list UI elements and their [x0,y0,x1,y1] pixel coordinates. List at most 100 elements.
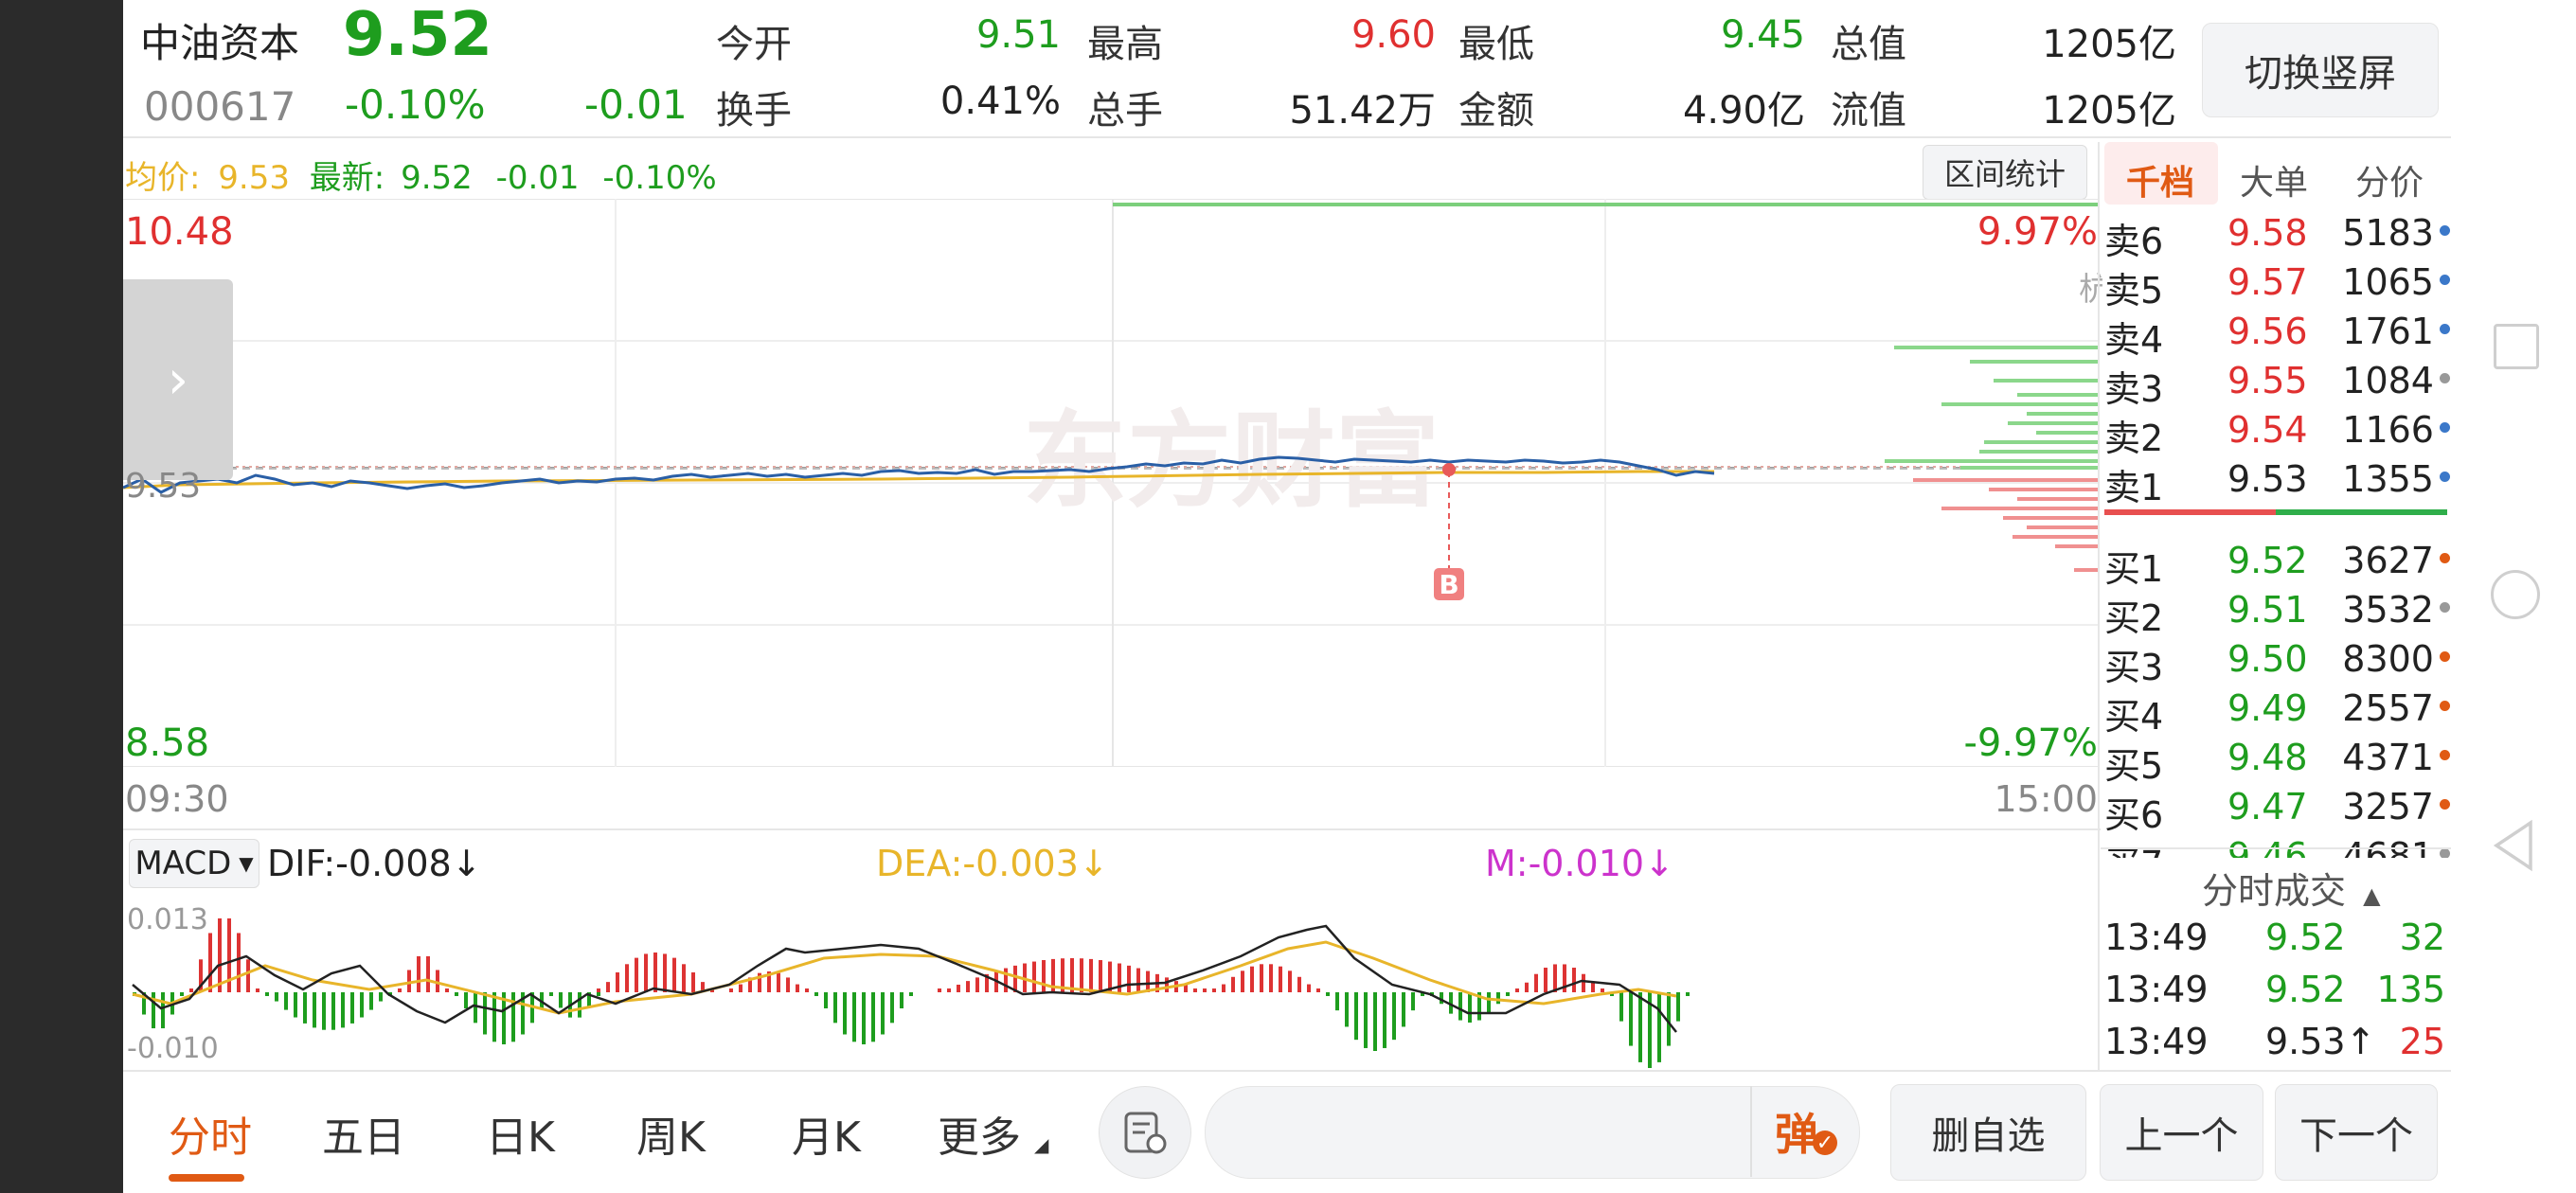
buy-dot-icon [2440,750,2450,760]
amount-value: 4.90亿 [1682,89,1805,133]
remove-favorite-button[interactable]: 删自选 [1890,1084,2086,1181]
sell-volume: 5183 [2342,212,2434,254]
macd-bar [1335,992,1339,1011]
macd-bar [1487,992,1491,1014]
macd-bar [1458,992,1462,1021]
latest-pct: -0.10% [602,159,717,197]
tab-five-day[interactable]: 五日 [322,1103,405,1164]
pct-axis-max: 9.97% [1977,210,2098,254]
macd-bar [1468,992,1472,1023]
macd-bar [161,992,165,1029]
trades-title[interactable]: 分时成交 ▲ [2202,862,2381,914]
next-stock-button[interactable]: 下一个 [2275,1084,2438,1181]
tab-dadan[interactable]: 大单 [2240,155,2308,205]
macd-bar [275,992,278,1002]
tab-month-k[interactable]: 月K [792,1103,861,1164]
recents-icon[interactable] [2494,324,2539,369]
float-value: 1205亿 [2042,89,2176,133]
macd-bar [1345,992,1349,1027]
macd-bar [739,984,742,992]
prev-stock-button[interactable]: 上一个 [2100,1084,2263,1181]
macd-bar [1392,992,1396,1041]
expand-panel-button[interactable]: › [123,279,233,480]
sell-volume: 1084 [2342,360,2434,401]
buy-volume: 3257 [2342,786,2434,828]
macd-m: M:-0.010↓ [1485,843,1674,884]
time-start: 09:30 [125,778,229,820]
trade-volume: 25 [2399,1021,2445,1062]
macd-bar [303,992,307,1024]
macd-bar [1572,968,1576,992]
sell-dot-icon [2440,225,2450,236]
macd-selector-label: MACD [134,845,232,882]
macd-bar [625,964,629,992]
macd-bar [1619,992,1623,1022]
tab-qiandang[interactable]: 千档 [2126,155,2194,205]
macd-bar [341,992,345,1028]
macd-selector[interactable]: MACD ▼ [129,839,259,888]
buy-price: 9.52 [2227,540,2308,581]
macd-dif-line [132,924,1677,1033]
buy-dot-icon [2440,602,2450,613]
tab-intraday[interactable]: 分时 [169,1103,252,1164]
trade-time: 13:49 [2104,969,2209,1010]
macd-bar [1364,992,1368,1048]
macd-bar [653,953,657,992]
tab-week-k[interactable]: 周K [636,1103,706,1164]
active-tab-underline [169,1174,244,1182]
macd-bar [208,933,212,992]
tab-day-k[interactable]: 日K [486,1103,555,1164]
trade-price: 9.52 [2265,969,2346,1010]
macd-bar [1525,982,1529,992]
macd-bar [824,992,828,1008]
header-divider [123,136,2451,138]
macd-bar [833,992,837,1024]
trade-volume: 135 [2376,969,2445,1010]
macd-bar [1411,992,1415,1011]
sell-price: 9.55 [2227,360,2308,401]
tab-fenjia[interactable]: 分价 [2355,155,2424,205]
macd-bar [1383,992,1386,1048]
pct-axis-min: -9.97% [1963,721,2098,765]
danmu-label: 弹 [1775,1109,1818,1160]
y-axis-min: 8.58 [125,721,210,765]
left-system-bar [0,0,123,1193]
home-icon[interactable] [2491,570,2540,619]
buy-marker-label: B [1439,569,1458,600]
macd-bar [1127,965,1131,992]
tab-more[interactable]: 更多 ◢ [938,1103,1048,1164]
macd-bar [663,953,667,992]
range-stats-button[interactable]: 区间统计 [1923,145,2087,200]
macd-bar [1326,992,1330,996]
danmu-toggle[interactable]: 弹 ✓ [1750,1086,1860,1177]
macd-bar [1402,992,1405,1027]
macd-bar [1307,984,1311,992]
intraday-chart[interactable]: 东方财富 B 杭 [123,199,2102,767]
switch-portrait-button[interactable]: 切换竖屏 [2202,23,2439,117]
macd-bar [313,992,316,1028]
buy-volume: 2557 [2342,687,2434,729]
buy-row-1: 买1 9.52 3627 [2104,534,2455,590]
chart-legend: 均价: 9.53 最新: 9.52 -0.01 -0.10% [125,151,717,198]
macd-bar [1136,968,1140,992]
macd-bar [729,988,733,992]
macd-bar [1316,988,1320,992]
sell-dot-icon [2440,472,2450,482]
buy-price: 9.49 [2227,687,2308,729]
sell-dot-icon [2440,324,2450,334]
notes-button[interactable] [1099,1086,1191,1179]
buy-dot-icon [2440,553,2450,563]
back-icon[interactable] [2491,819,2538,872]
buy-price: 9.47 [2227,786,2308,828]
mktcap-value: 1205亿 [2042,23,2176,66]
orderbook-divider [2098,142,2100,1070]
macd-bar [1544,968,1547,992]
buy-dot-icon [2440,701,2450,711]
macd-bar [294,992,297,1018]
macd-bar [1686,992,1690,996]
macd-bar [966,981,970,992]
sell-volume: 1166 [2342,409,2434,451]
buy-row-5: 买5 9.48 4371 [2104,731,2455,787]
macd-bar [417,955,420,992]
macd-bar [1591,982,1595,992]
